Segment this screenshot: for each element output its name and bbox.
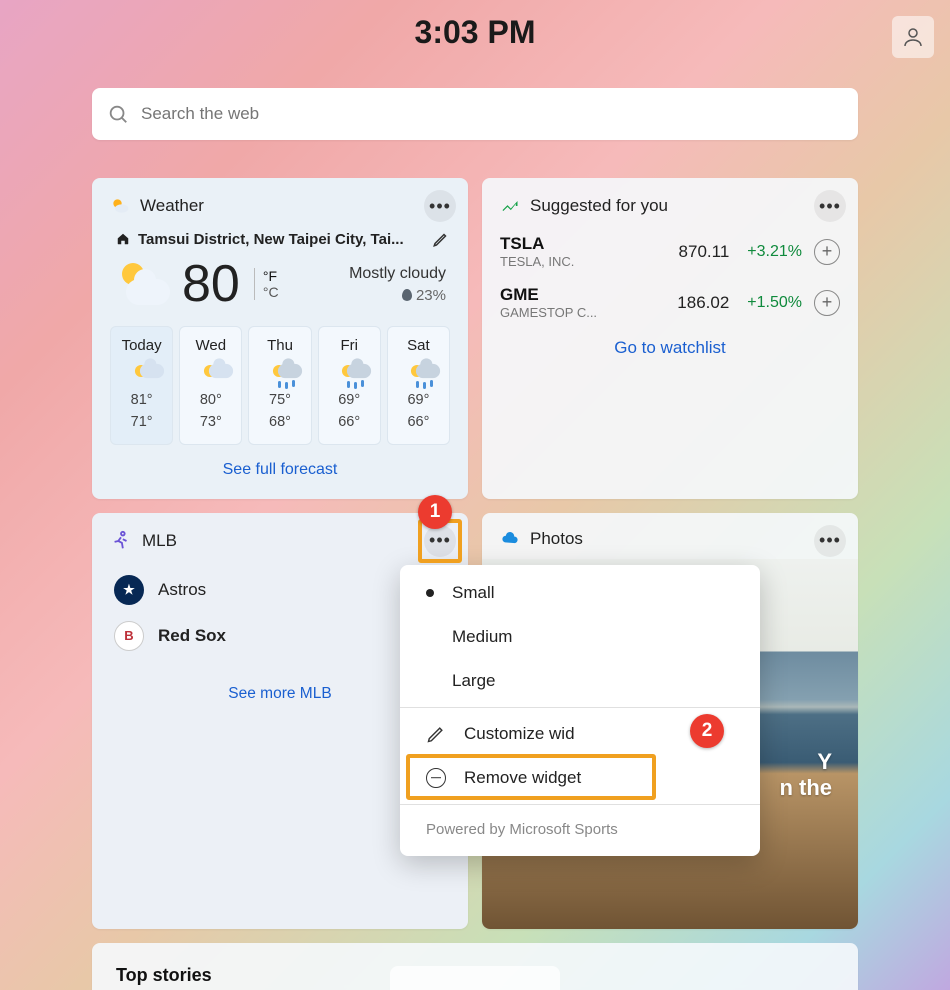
- forecast-day-icon: [128, 360, 156, 384]
- widgets-panel: 3:03 PM Weather ••• Tamsui District, New…: [0, 0, 950, 990]
- menu-powered-by: Powered by Microsoft Sports: [400, 809, 760, 840]
- forecast-low: 73°: [182, 412, 239, 434]
- see-full-forecast-link[interactable]: See full forecast: [223, 461, 338, 478]
- stock-row[interactable]: TSLATESLA, INC. 870.11 +3.21% +: [500, 234, 840, 269]
- forecast-low: 66°: [390, 412, 447, 434]
- astros-logo-icon: ★: [114, 575, 144, 605]
- stock-symbol: GME: [500, 285, 597, 305]
- user-avatar-button[interactable]: [892, 16, 934, 58]
- search-bar[interactable]: [92, 88, 858, 140]
- forecast-day[interactable]: Thu 75°68°: [248, 326, 311, 445]
- stock-name: GAMESTOP C...: [500, 305, 597, 320]
- forecast-day[interactable]: Today 81°71°: [110, 326, 173, 445]
- forecast-low: 71°: [113, 412, 170, 434]
- weather-icon: [110, 196, 130, 216]
- menu-size-large[interactable]: Large: [400, 659, 760, 703]
- stock-change: +3.21%: [747, 243, 802, 261]
- game-team-row[interactable]: ★ Astros 3: [114, 567, 446, 613]
- forecast-day-icon: [404, 360, 432, 384]
- game-team-row[interactable]: B Red Sox 12: [114, 613, 446, 659]
- menu-size-medium[interactable]: Medium: [400, 615, 760, 659]
- weather-humidity: 23%: [349, 287, 446, 304]
- forecast-day-name: Fri: [321, 337, 378, 354]
- stocks-widget: Suggested for you ••• TSLATESLA, INC. 870…: [482, 178, 858, 499]
- weather-title: Weather: [140, 196, 204, 216]
- forecast-day[interactable]: Fri 69°66°: [318, 326, 381, 445]
- add-stock-button[interactable]: +: [814, 239, 840, 265]
- add-stock-button[interactable]: +: [814, 290, 840, 316]
- forecast-high: 69°: [321, 390, 378, 412]
- forecast-day-icon: [266, 360, 294, 384]
- weather-more-button[interactable]: •••: [424, 190, 456, 222]
- forecast-low: 66°: [321, 412, 378, 434]
- forecast-high: 69°: [390, 390, 447, 412]
- search-input[interactable]: [141, 104, 843, 124]
- forecast-row: Today81°71°Wed80°73°Thu75°68°Fri69°66°Sa…: [110, 326, 450, 445]
- menu-size-small[interactable]: Small: [400, 571, 760, 615]
- forecast-high: 81°: [113, 390, 170, 412]
- stock-price: 186.02: [677, 293, 729, 313]
- menu-separator: [400, 804, 760, 805]
- current-temperature: 80: [182, 258, 240, 310]
- stock-row[interactable]: GMEGAMESTOP C... 186.02 +1.50% +: [500, 285, 840, 320]
- forecast-day-icon: [335, 360, 363, 384]
- annotation-callout-2: 2: [690, 714, 724, 748]
- forecast-day-name: Wed: [182, 337, 239, 354]
- stock-change: +1.50%: [747, 294, 802, 312]
- user-icon: [901, 25, 925, 49]
- annotation-callout-1: 1: [418, 495, 452, 529]
- weather-location: Tamsui District, New Taipei City, Tai...: [138, 231, 404, 248]
- sports-icon: [110, 530, 132, 552]
- clock: 3:03 PM: [0, 14, 950, 51]
- humidity-icon: [402, 289, 412, 301]
- stocks-list: TSLATESLA, INC.870.11+3.21%+GMEGAMESTOP …: [500, 234, 840, 320]
- current-weather-icon: [114, 259, 174, 309]
- forecast-high: 80°: [182, 390, 239, 412]
- forecast-day-name: Thu: [251, 337, 308, 354]
- stocks-title: Suggested for you: [530, 196, 668, 216]
- see-more-mlb-link[interactable]: See more MLB: [228, 685, 331, 702]
- redsox-logo-icon: B: [114, 621, 144, 651]
- mlb-more-button[interactable]: •••: [424, 525, 456, 557]
- stock-price: 870.11: [679, 242, 730, 262]
- photos-more-button[interactable]: •••: [814, 525, 846, 557]
- go-to-watchlist-link[interactable]: Go to watchlist: [614, 338, 726, 357]
- forecast-day[interactable]: Wed 80°73°: [179, 326, 242, 445]
- team-name: Astros: [158, 580, 206, 600]
- onedrive-icon: [500, 529, 520, 549]
- photos-title: Photos: [530, 529, 583, 549]
- edit-location-icon[interactable]: [432, 230, 450, 248]
- forecast-day-name: Today: [113, 337, 170, 354]
- menu-remove-widget[interactable]: Remove widget: [400, 756, 760, 800]
- widget-context-menu: Small Medium Large Customize wid Remove …: [400, 565, 760, 856]
- forecast-low: 68°: [251, 412, 308, 434]
- selected-dot-icon: [426, 589, 434, 597]
- weather-widget: Weather ••• Tamsui District, New Taipei …: [92, 178, 468, 499]
- temperature-unit-toggle[interactable]: °F °C: [254, 268, 279, 300]
- team-name: Red Sox: [158, 626, 226, 646]
- stocks-more-button[interactable]: •••: [814, 190, 846, 222]
- mlb-title: MLB: [142, 531, 177, 551]
- home-icon: [116, 232, 130, 246]
- stock-symbol: TSLA: [500, 234, 574, 254]
- search-icon: [107, 103, 129, 125]
- remove-icon: [426, 768, 446, 788]
- menu-separator: [400, 707, 760, 708]
- pencil-icon: [426, 724, 446, 744]
- forecast-day-name: Sat: [390, 337, 447, 354]
- forecast-high: 75°: [251, 390, 308, 412]
- weather-summary: Mostly cloudy: [349, 265, 446, 283]
- forecast-day-icon: [197, 360, 225, 384]
- forecast-day[interactable]: Sat 69°66°: [387, 326, 450, 445]
- stock-name: TESLA, INC.: [500, 254, 574, 269]
- refresh-handle[interactable]: [390, 966, 560, 990]
- trend-up-icon: [500, 196, 520, 216]
